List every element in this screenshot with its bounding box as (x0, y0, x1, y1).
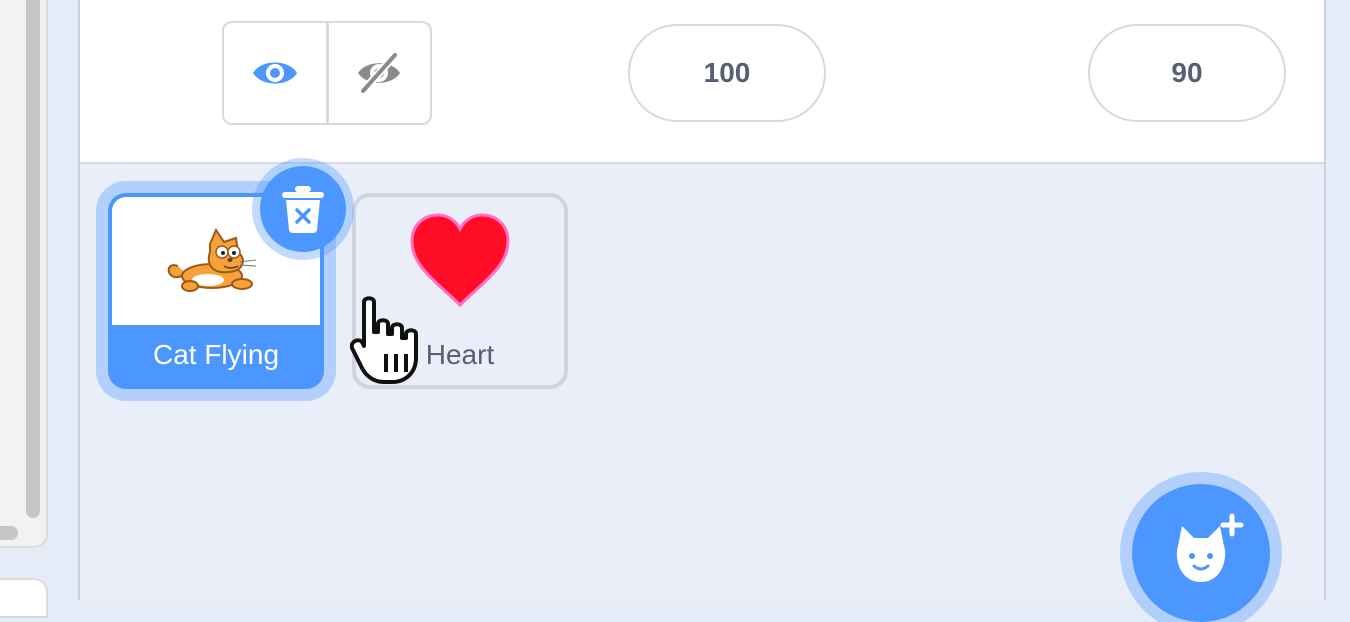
sprite-thumbnail (356, 197, 564, 325)
eye-slash-icon (358, 53, 401, 93)
delete-sprite-button[interactable] (260, 166, 346, 252)
cat-flying-thumbnail (167, 227, 257, 292)
sprite-tile-heart[interactable]: Heart (352, 193, 568, 389)
vertical-scrollbar[interactable] (26, 0, 40, 518)
show-sprite-button[interactable] (224, 23, 326, 123)
hide-sprite-button[interactable] (325, 23, 431, 123)
direction-input[interactable]: 90 (1088, 24, 1286, 122)
horizontal-scrollbar[interactable] (0, 526, 18, 540)
sprite-pane: 100 90 Cat Flying Heart (78, 0, 1324, 622)
trash-icon (282, 186, 324, 233)
sprite-name-label: Heart (425, 339, 495, 370)
sprite-info-panel: 100 90 (80, 0, 1324, 164)
size-input[interactable]: 100 (628, 24, 826, 122)
panel-gap (50, 0, 78, 600)
sprite-name-label: Cat Flying (152, 339, 280, 370)
stage-panel-edge (0, 578, 48, 618)
pane-right-edge (1324, 0, 1350, 600)
blocks-panel-edge (0, 0, 48, 548)
show-toggle-group (222, 21, 432, 125)
cat-plus-icon (1176, 513, 1244, 582)
choose-sprite-button[interactable] (1132, 484, 1270, 622)
eye-icon (252, 62, 297, 84)
heart-thumbnail (410, 213, 510, 308)
